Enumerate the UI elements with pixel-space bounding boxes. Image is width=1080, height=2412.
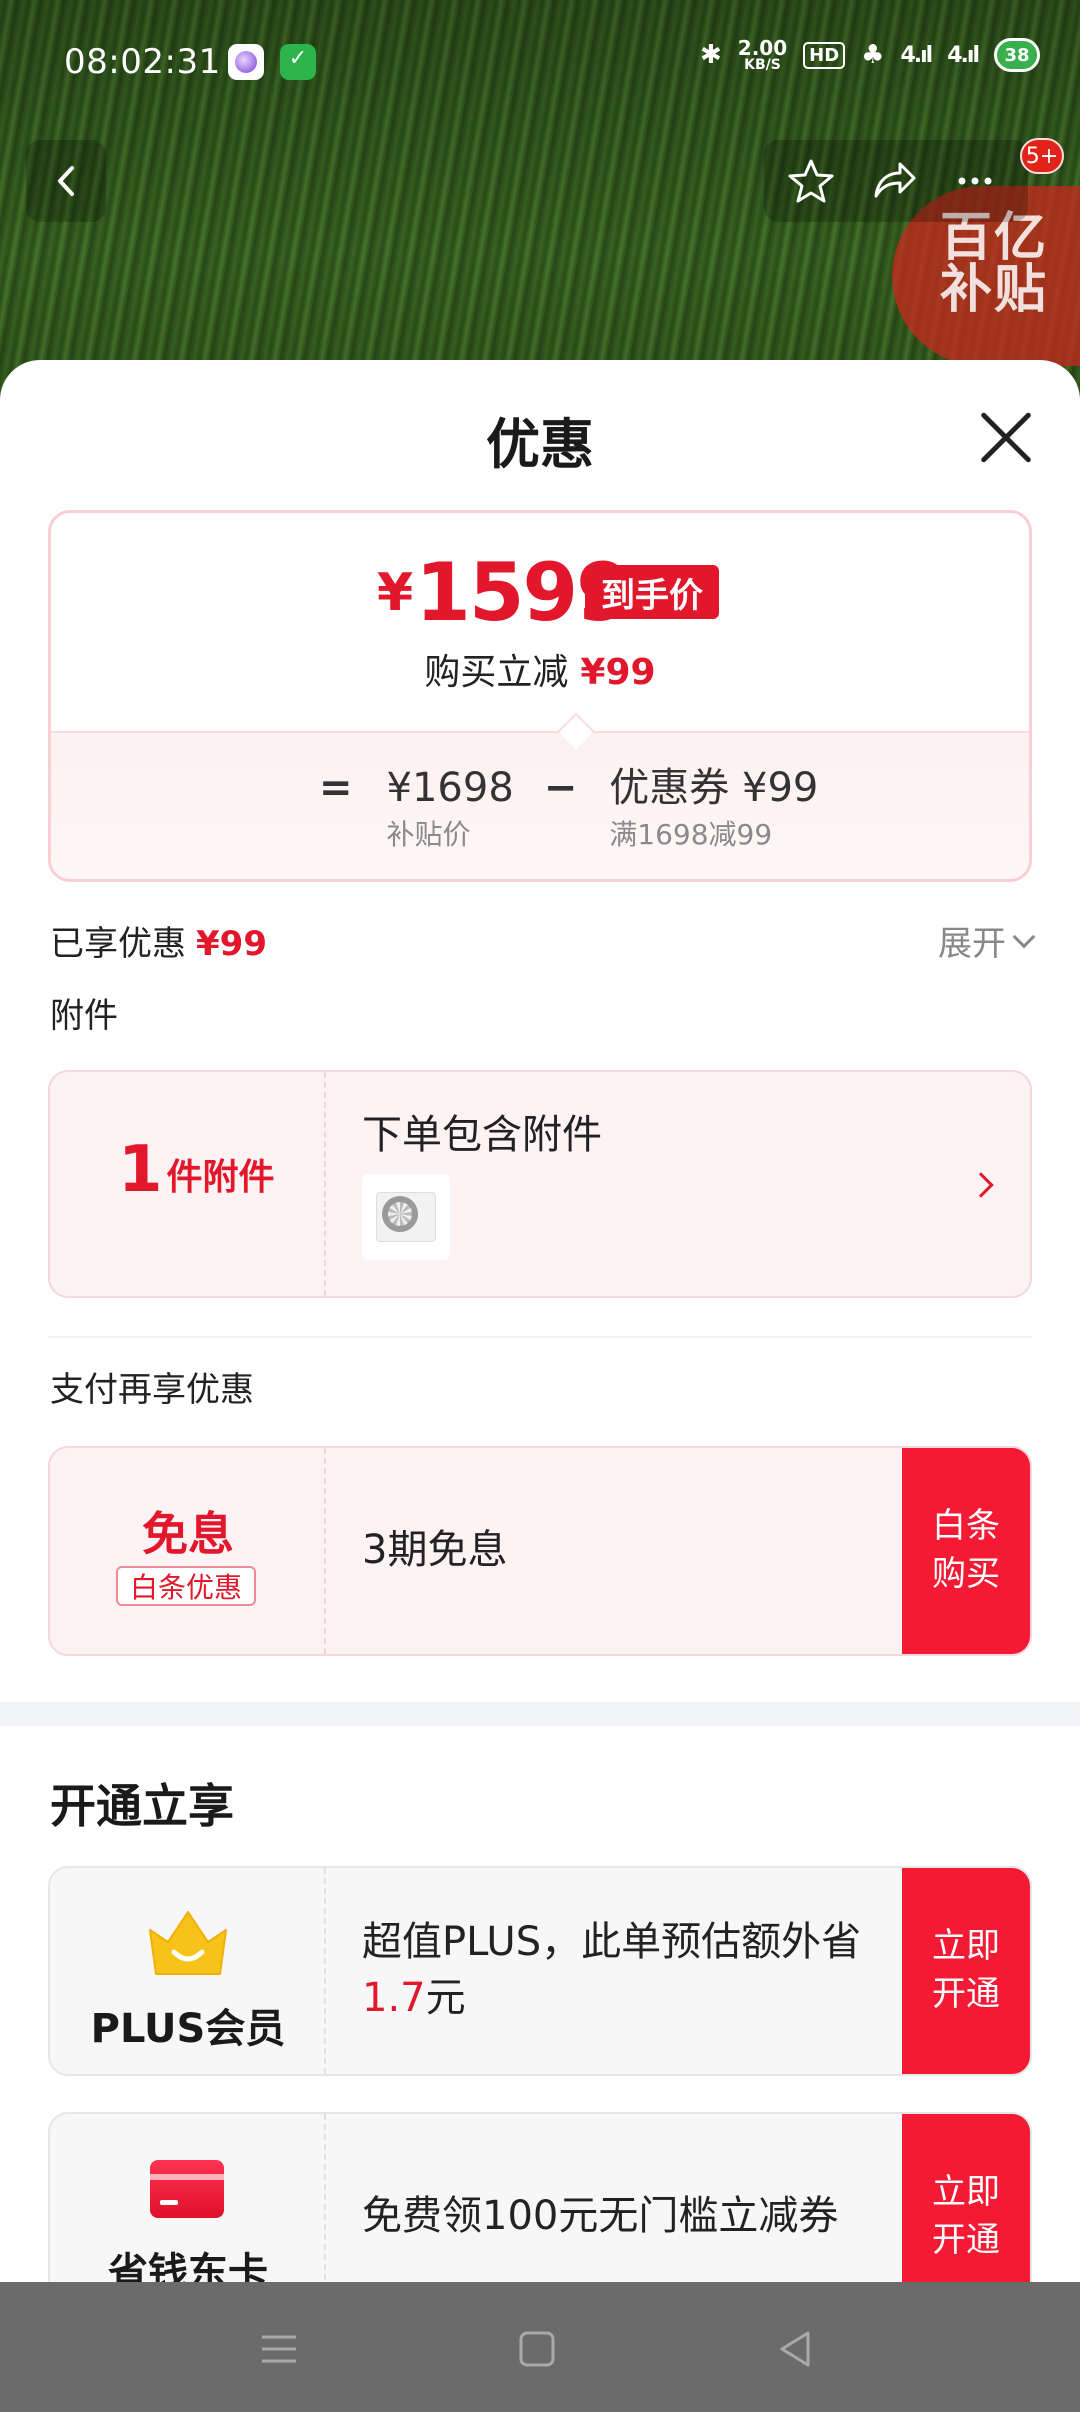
base-price-label: 补贴价 [386, 818, 471, 851]
network-speed-value: 2.00 [737, 36, 788, 60]
section-gap [0, 1702, 1080, 1726]
interest-free-panel: 免息 白条优惠 [50, 1448, 326, 1654]
coupon-value: 优惠券 ¥99 [609, 765, 819, 811]
app-notification-icon [228, 44, 264, 80]
plus-saving-amount: 1.7 [362, 1975, 426, 2021]
accessory-title: 下单包含附件 [362, 1112, 602, 1158]
clock: 08:02:31 [64, 42, 221, 82]
share-icon[interactable] [868, 156, 918, 206]
chevron-down-icon [1012, 925, 1036, 948]
plus-open-button[interactable]: 立即 开通 [902, 1868, 1030, 2074]
accessory-card[interactable]: 1 件附件 下单包含附件 [48, 1070, 1032, 1298]
currency-symbol: ¥ [377, 563, 414, 623]
credit-card-icon [150, 2160, 224, 2218]
status-bar: 08:02:31 ✱ 2.00 KB/S HD ♣ 4.ıl 4.ıl 38 [0, 0, 1080, 120]
installment-text: 3期免息 [362, 1527, 508, 1573]
interest-free-card[interactable]: 免息 白条优惠 3期免息 白条 购买 [48, 1446, 1032, 1656]
accessory-count: 1 件附件 [118, 1138, 275, 1202]
clover-icon: ♣ [861, 40, 885, 70]
header-actions [764, 140, 1028, 222]
coupon-condition: 满1698减99 [609, 818, 773, 851]
plus-member-panel: PLUS会员 [50, 1868, 326, 2074]
system-navigation-bar [0, 2282, 1080, 2412]
hd-voice-icon: HD [803, 41, 846, 69]
close-icon[interactable] [978, 410, 1034, 466]
price-breakdown-card: ¥ 1599 到手价 购买立减 ¥99 = ¥1698 补贴价 − 优惠券 ¥99… [48, 510, 1032, 882]
sheet-title: 优惠 [486, 413, 594, 476]
coupon: 优惠券 ¥99 满1698减99 [609, 765, 818, 853]
message-count-badge: 5+ [1020, 138, 1064, 174]
menu-icon[interactable] [254, 2324, 304, 2374]
enjoyed-amount: ¥99 [196, 924, 267, 964]
back-triangle-icon[interactable] [770, 2324, 820, 2374]
back-button[interactable] [26, 140, 106, 222]
equals-sign: = [319, 765, 353, 811]
final-price-tag: 到手价 [585, 565, 719, 619]
plus-member-card[interactable]: PLUS会员 超值PLUS，此单预估额外省 1.7元 立即 开通 [48, 1866, 1032, 2076]
accessory-section-title: 附件 [50, 996, 118, 1036]
plus-text-pre: 超值PLUS，此单预估额外省 [362, 1919, 862, 1965]
crown-icon [149, 1911, 227, 1975]
base-price-value: ¥1698 [386, 765, 514, 811]
network-speed: 2.00 KB/S [738, 38, 787, 72]
expand-label: 展开 [938, 924, 1006, 964]
favorite-star-icon[interactable] [786, 156, 836, 206]
battery-icon: 38 [994, 38, 1040, 72]
expand-button[interactable]: 展开 [938, 916, 1036, 965]
save-card-text: 免费领100元无门槛立减券 [362, 2193, 839, 2239]
status-icons: ✱ 2.00 KB/S HD ♣ 4.ıl 4.ıl 38 [700, 38, 1040, 72]
discount-sheet: 优惠 ¥ 1599 到手价 购买立减 ¥99 = ¥1698 补贴价 − 优惠券 … [0, 360, 1080, 2412]
signal-2-label: 4 [947, 42, 962, 68]
base-price: ¥1698 补贴价 [387, 765, 514, 853]
signal-icon-2: 4.ıl [947, 42, 980, 68]
baitiao-tag: 白条优惠 [116, 1566, 256, 1606]
minus-sign: − [543, 765, 578, 811]
interest-free-label: 免息 [142, 1507, 234, 1561]
plus-member-label: PLUS会员 [90, 2006, 286, 2052]
price-formula: = ¥1698 补贴价 − 优惠券 ¥99 满1698减99 [319, 765, 818, 853]
bluetooth-icon: ✱ [699, 40, 722, 70]
enjoyed-label: 已享优惠 [50, 924, 186, 964]
payment-section-title: 支付再享优惠 [50, 1370, 254, 1410]
baitiao-buy-button[interactable]: 白条 购买 [902, 1448, 1030, 1654]
purchase-reduction: 购买立减 ¥99 [51, 643, 1029, 695]
enjoyed-discount: 已享优惠 ¥99 [50, 916, 267, 965]
reduction-label: 购买立减 [424, 652, 569, 693]
subsidy-badge-text: 百亿 补贴 [940, 208, 1049, 320]
accessory-thumbnail[interactable] [362, 1174, 450, 1260]
chevron-left-icon [58, 166, 74, 196]
signal-icon-1: 4.ıl [900, 42, 933, 68]
accessory-count-number: 1 [118, 1133, 163, 1207]
reduction-amount: ¥99 [580, 652, 656, 693]
accessory-count-panel: 1 件附件 [50, 1072, 326, 1296]
accessory-count-unit: 件附件 [166, 1157, 275, 1198]
network-speed-unit: KB/S [744, 57, 781, 73]
chevron-right-icon[interactable] [968, 1172, 994, 1198]
signal-1-label: 4 [900, 42, 915, 68]
plus-member-text: 超值PLUS，此单预估额外省 1.7元 [362, 1914, 882, 2026]
fan-icon [382, 1196, 418, 1232]
section-divider [48, 1336, 1032, 1338]
plus-text-post: 元 [425, 1975, 466, 2021]
home-icon[interactable] [512, 2324, 562, 2374]
more-icon[interactable] [950, 156, 1000, 206]
membership-section-title: 开通立享 [50, 1779, 234, 1833]
security-app-icon [280, 44, 316, 80]
